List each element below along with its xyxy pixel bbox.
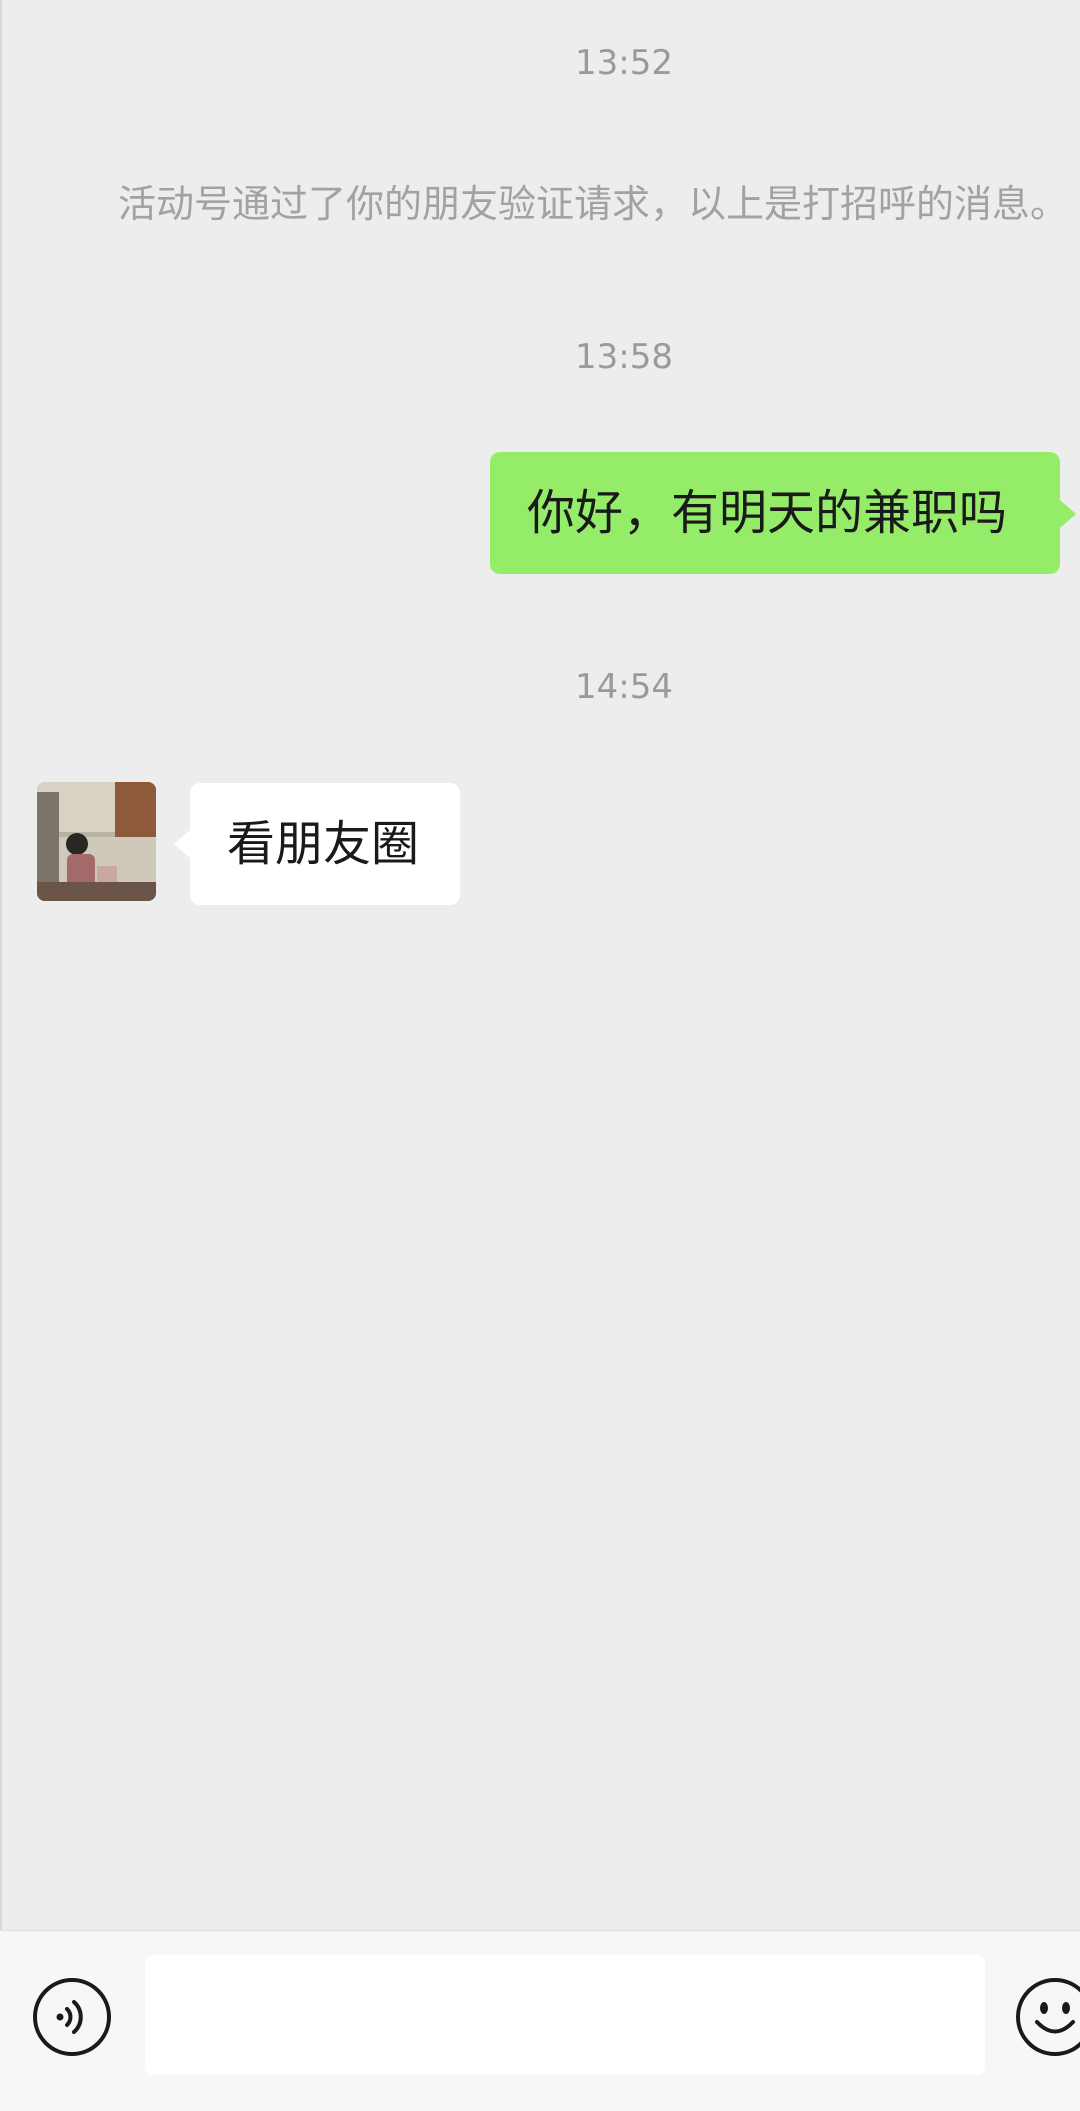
system-notice: 活动号通过了你的朋友验证请求，以上是打招呼的消息。	[118, 182, 1069, 226]
contact-avatar[interactable]	[37, 782, 156, 901]
timestamp: 13:52	[575, 43, 673, 83]
input-bar	[0, 1930, 1080, 2111]
voice-button[interactable]	[32, 1977, 112, 2057]
timestamp: 13:58	[575, 337, 673, 377]
message-input[interactable]	[145, 1955, 985, 2075]
timestamp: 14:54	[575, 667, 673, 707]
emoji-icon	[1016, 1978, 1080, 2056]
edge-divider	[0, 0, 2, 2111]
sent-message-bubble[interactable]: 你好，有明天的兼职吗	[490, 452, 1060, 574]
received-bubble-tail	[174, 830, 190, 858]
sent-bubble-tail	[1060, 500, 1076, 528]
avatar-photo	[37, 782, 156, 901]
emoji-button[interactable]	[1015, 1977, 1080, 2057]
received-message-bubble[interactable]: 看朋友圈	[190, 783, 460, 905]
voice-icon	[33, 1978, 111, 2056]
chat-screen: 13:52 活动号通过了你的朋友验证请求，以上是打招呼的消息。 13:58 你好…	[0, 0, 1080, 2111]
